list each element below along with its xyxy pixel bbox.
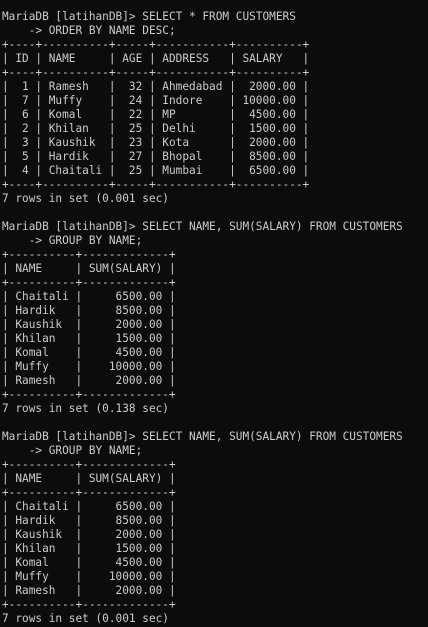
table-row: | Komal | 4500.00 | — [2, 556, 176, 569]
table-row: | Chaitali | 6500.00 | — [2, 290, 176, 303]
prompt-continuation-line: -> GROUP BY NAME; — [2, 444, 143, 457]
table-row: | Hardik | 8500.00 | — [2, 304, 176, 317]
prompt-line: MariaDB [latihanDB]> SELECT NAME, SUM(SA… — [2, 430, 403, 443]
table-row: | Kaushik | 2000.00 | — [2, 318, 176, 331]
table-border: +----------+-------------+ — [2, 458, 176, 471]
prompt-continuation-line: -> ORDER BY NAME DESC; — [2, 24, 176, 37]
prompt-line: MariaDB [latihanDB]> SELECT * FROM CUSTO… — [2, 10, 296, 23]
query-result-status: 7 rows in set (0.138 sec) — [2, 402, 169, 415]
table-row: | 7 | Muffy | 24 | Indore | 10000.00 | — [2, 94, 310, 107]
table-row: | 4 | Chaitali | 25 | Mumbai | 6500.00 | — [2, 164, 310, 177]
table-row: | 1 | Ramesh | 32 | Ahmedabad | 2000.00 … — [2, 80, 310, 93]
table-row: | Kaushik | 2000.00 | — [2, 528, 176, 541]
query-result-status: 7 rows in set (0.001 sec) — [2, 612, 169, 625]
table-border: +----------+-------------+ — [2, 486, 176, 499]
table-border: +----------+-------------+ — [2, 276, 176, 289]
query-result-status: 7 rows in set (0.001 sec) — [2, 192, 169, 205]
table-row: | Ramesh | 2000.00 | — [2, 584, 176, 597]
table-border: +----------+-------------+ — [2, 388, 176, 401]
prompt-continuation-line: -> GROUP BY NAME; — [2, 234, 143, 247]
table-header-row: | NAME | SUM(SALARY) | — [2, 472, 176, 485]
table-row: | 2 | Khilan | 25 | Delhi | 1500.00 | — [2, 122, 310, 135]
table-row: | Khilan | 1500.00 | — [2, 542, 176, 555]
table-row: | Hardik | 8500.00 | — [2, 514, 176, 527]
table-row: | Chaitali | 6500.00 | — [2, 500, 176, 513]
table-header-row: | NAME | SUM(SALARY) | — [2, 262, 176, 275]
table-row: | 6 | Komal | 22 | MP | 4500.00 | — [2, 108, 310, 121]
table-border: +----------+-------------+ — [2, 598, 176, 611]
table-border: +----+----------+-----+-----------+-----… — [2, 66, 310, 79]
terminal-window[interactable]: MariaDB [latihanDB]> SELECT * FROM CUSTO… — [0, 0, 428, 627]
prompt-line: MariaDB [latihanDB]> SELECT NAME, SUM(SA… — [2, 220, 403, 233]
table-header-row: | ID | NAME | AGE | ADDRESS | SALARY | — [2, 52, 310, 65]
terminal-scrollbar[interactable] — [420, 0, 428, 627]
table-row: | 5 | Hardik | 27 | Bhopal | 8500.00 | — [2, 150, 310, 163]
table-row: | Ramesh | 2000.00 | — [2, 374, 176, 387]
table-border: +----+----------+-----+-----------+-----… — [2, 178, 310, 191]
table-row: | Komal | 4500.00 | — [2, 346, 176, 359]
table-border: +----+----------+-----+-----------+-----… — [2, 38, 310, 51]
terminal-output: MariaDB [latihanDB]> SELECT * FROM CUSTO… — [2, 10, 428, 626]
table-border: +----------+-------------+ — [2, 248, 176, 261]
table-row: | Khilan | 1500.00 | — [2, 332, 176, 345]
table-row: | 3 | Kaushik | 23 | Kota | 2000.00 | — [2, 136, 310, 149]
table-row: | Muffy | 10000.00 | — [2, 360, 176, 373]
table-row: | Muffy | 10000.00 | — [2, 570, 176, 583]
